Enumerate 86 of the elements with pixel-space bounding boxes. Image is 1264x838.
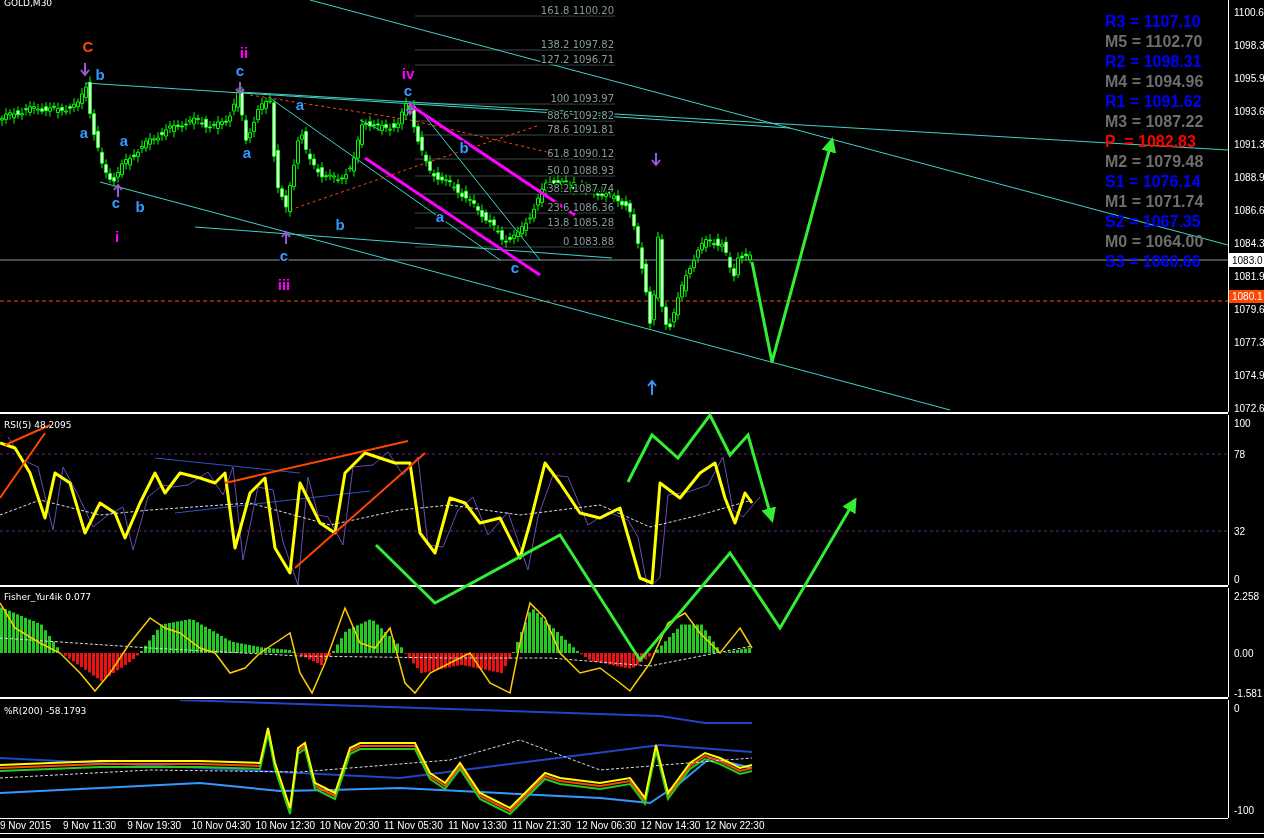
williams-axis-label: 0 bbox=[1234, 703, 1240, 714]
price-axis-label: 1095.9 bbox=[1234, 73, 1264, 84]
time-axis-label: 11 Nov 13:30 bbox=[448, 820, 507, 831]
pivot-level-label: M1 = 1071.74 bbox=[1105, 193, 1204, 210]
wave-label: ii bbox=[239, 44, 249, 61]
fibonacci-level-label: 100 1093.97 bbox=[550, 93, 614, 104]
fibonacci-level-label: 161.8 1100.20 bbox=[540, 5, 614, 16]
price-axis-label: 1093.6 bbox=[1234, 106, 1264, 117]
wave-label: a bbox=[295, 96, 305, 113]
fisher-axis-label: -1.581 bbox=[1234, 688, 1263, 697]
pivot-level-label: M5 = 1102.70 bbox=[1105, 33, 1203, 50]
time-axis-label: 9 Nov 11:30 bbox=[63, 820, 117, 831]
time-axis-label: 12 Nov 14:30 bbox=[640, 820, 701, 831]
arrow-marker-icon bbox=[651, 152, 661, 167]
arrow-marker-icon bbox=[113, 183, 123, 198]
pivot-level-label: M2 = 1079.48 bbox=[1105, 153, 1204, 170]
time-axis-label: 11 Nov 05:30 bbox=[384, 820, 443, 831]
wave-label: iv bbox=[401, 65, 415, 82]
wave-label: a bbox=[242, 144, 252, 161]
time-axis-label: 9 Nov 19:30 bbox=[127, 820, 182, 831]
pivot-level-label: S3 = 1060.66 bbox=[1105, 253, 1201, 270]
price-axis-label: 1098.3 bbox=[1234, 40, 1264, 51]
rsi-axis-label: 32 bbox=[1234, 526, 1246, 537]
time-axis-label: 10 Nov 20:30 bbox=[319, 820, 380, 831]
wave-label: c bbox=[279, 247, 289, 264]
pivot-level-label: P = 1082.83 bbox=[1105, 133, 1196, 150]
indicator-title: %R(200) -58.1793 bbox=[4, 706, 87, 716]
price-axis-label: 1079.6 bbox=[1234, 304, 1264, 315]
price-axis-label: 1100.6 bbox=[1234, 7, 1264, 18]
price-axis-label: 1091.3 bbox=[1234, 139, 1264, 150]
fisher-axis-label: 0.00 bbox=[1234, 648, 1254, 659]
fibonacci-level-label: 127.2 1096.71 bbox=[540, 54, 614, 65]
wave-label: c bbox=[510, 259, 520, 276]
fisher-axis-label: 2.258 bbox=[1234, 591, 1260, 602]
wave-label: b bbox=[135, 198, 145, 215]
pivot-level-label: R3 = 1107.10 bbox=[1105, 13, 1201, 30]
rsi-axis-label: 100 bbox=[1234, 418, 1251, 429]
wave-label: c bbox=[111, 194, 121, 211]
wave-label: C bbox=[82, 38, 94, 55]
price-axis-label: 1081.9 bbox=[1234, 271, 1264, 282]
time-axis-label: 9 Nov 2015 bbox=[0, 820, 52, 831]
williams-axis-label: -100 bbox=[1234, 805, 1254, 816]
price-axis-label: 1084.3 bbox=[1234, 238, 1264, 249]
rsi-axis-label: 0 bbox=[1234, 574, 1240, 585]
indicator-title: RSI(5) 48.2095 bbox=[4, 420, 72, 430]
fibonacci-level-label: 61.8 1090.12 bbox=[547, 148, 614, 159]
fibonacci-level-label: 50.0 1088.93 bbox=[547, 165, 614, 176]
arrow-marker-icon bbox=[405, 101, 415, 116]
price-axis-label: 1086.6 bbox=[1234, 205, 1264, 216]
pivot-level-label: M4 = 1094.96 bbox=[1105, 73, 1204, 90]
pivot-level-label: R2 = 1098.31 bbox=[1105, 53, 1202, 70]
wave-label: iii bbox=[277, 276, 291, 293]
fibonacci-level-label: 138.2 1097.82 bbox=[540, 39, 614, 50]
arrow-marker-icon bbox=[647, 379, 657, 396]
fibonacci-level-label: 78.6 1091.81 bbox=[547, 124, 614, 135]
line-price-badge: 1080.1 bbox=[1229, 290, 1264, 303]
arrow-marker-icon bbox=[281, 230, 291, 245]
time-axis-label: 12 Nov 06:30 bbox=[576, 820, 637, 831]
rsi-axis-label: 78 bbox=[1234, 449, 1246, 460]
fibonacci-level-label: 38.2 1087.74 bbox=[547, 183, 614, 194]
pivot-level-label: M0 = 1064.00 bbox=[1105, 233, 1204, 250]
time-axis-label: 10 Nov 12:30 bbox=[255, 820, 316, 831]
fibonacci-level-label: 0 1083.88 bbox=[563, 236, 614, 247]
time-axis-label: 12 Nov 22:30 bbox=[705, 820, 765, 831]
fibonacci-level-label: 13.8 1085.28 bbox=[547, 217, 614, 228]
price-axis-label: 1074.9 bbox=[1234, 370, 1264, 381]
pivot-level-label: R1 = 1091.62 bbox=[1105, 93, 1202, 110]
wave-label: c bbox=[403, 82, 413, 99]
wave-label: i bbox=[114, 228, 120, 245]
chart-title: GOLD,M30 bbox=[4, 0, 53, 8]
current-price-badge: 1083.0 bbox=[1229, 253, 1264, 267]
arrow-marker-icon bbox=[235, 81, 245, 96]
indicator-title: Fisher_Yur4ik 0.077 bbox=[4, 592, 92, 602]
pivot-level-label: S1 = 1076.14 bbox=[1105, 173, 1201, 190]
time-axis-label: 11 Nov 21:30 bbox=[512, 820, 572, 831]
arrow-marker-icon bbox=[80, 62, 90, 77]
wave-label: c bbox=[235, 62, 245, 79]
price-axis-label: 1072.6 bbox=[1234, 403, 1264, 412]
wave-label: a bbox=[79, 124, 89, 141]
wave-label: a bbox=[119, 132, 129, 149]
wave-label: b bbox=[335, 216, 345, 233]
time-axis-label: 10 Nov 04:30 bbox=[191, 820, 251, 831]
wave-label: b bbox=[95, 66, 105, 83]
price-axis-label: 1088.9 bbox=[1234, 172, 1264, 183]
pivot-level-label: M3 = 1087.22 bbox=[1105, 113, 1204, 130]
price-axis-label: 1077.3 bbox=[1234, 337, 1264, 348]
